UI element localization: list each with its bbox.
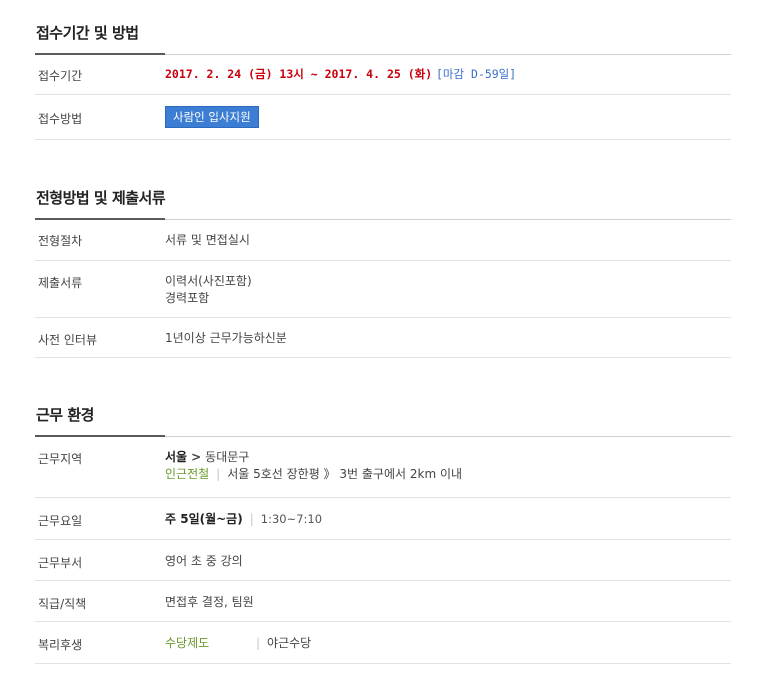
row-label: 근무요일 (38, 514, 83, 528)
location-district[interactable]: 동대문구 (205, 450, 249, 464)
row-value: 2017. 2. 24 (금) 13시 ~ 2017. 4. 25 (화) [마… (165, 66, 516, 83)
row-documents: 제출서류 이력서(사진포함) 경력포함 (35, 261, 731, 318)
row-value: 1년이상 근무가능하신분 (165, 331, 287, 345)
chevron-right-icon: > (191, 450, 202, 464)
row-dept: 근무부서 영어 초 중 강의 (35, 540, 731, 581)
divider: | (216, 467, 221, 481)
section-title-text: 근무 환경 (36, 406, 94, 424)
row-value: 수당제도 | 야근수당 (165, 635, 311, 652)
row-process: 전형절차 서류 및 면접실시 (35, 219, 731, 261)
row-label: 사전 인터뷰 (38, 333, 98, 347)
location-city[interactable]: 서울 (165, 450, 187, 464)
nearby-station-link[interactable]: 인근전철 (165, 467, 209, 481)
row-label: 접수방법 (38, 112, 83, 126)
title-underline (35, 53, 165, 55)
row-days: 근무요일 주 5일(월~금) | 1:30~7:10 (35, 498, 731, 540)
welfare-item-link[interactable]: 수당제도 (165, 635, 256, 652)
row-value: 서류 및 면접실시 (165, 233, 250, 247)
row-label: 전형절차 (38, 234, 83, 248)
row-value: 서울 > 동대문구 인근전철 | 서울 5호선 장한평 》 3번 출구에서 2km 이내 (165, 449, 462, 483)
row-value: 영어 초 중 강의 (165, 554, 243, 568)
section-screening: 전형방법 및 제출서류 전형절차 서류 및 면접실시 제출서류 이력서(사진포함… (35, 183, 731, 358)
row-label: 직급/직책 (38, 597, 87, 611)
document-item: 이력서(사진포함) (165, 274, 252, 288)
row-value: 이력서(사진포함) 경력포함 (165, 273, 252, 307)
section-title: 전형방법 및 제출서류 (35, 183, 731, 220)
deadline-badge: [마감 D-59일] (435, 67, 517, 81)
document-item: 경력포함 (165, 291, 210, 305)
row-method: 접수방법 사람인 입사지원 (35, 95, 731, 140)
row-label: 근무부서 (38, 556, 83, 570)
section-work-environment: 근무 환경 근무지역 서울 > 동대문구 인근전철 | 서울 5호선 장한평 》 3번 … (35, 400, 731, 664)
section-title: 근무 환경 (35, 400, 731, 437)
section-title: 접수기간 및 방법 (35, 18, 731, 55)
row-label: 제출서류 (38, 276, 83, 290)
section-application: 접수기간 및 방법 접수기간 2017. 2. 24 (금) 13시 ~ 201… (35, 18, 731, 140)
title-underline (35, 218, 165, 220)
row-location: 근무지역 서울 > 동대문구 인근전철 | 서울 5호선 장한평 》 3번 출구에서 2… (35, 436, 731, 498)
divider: | (256, 636, 261, 650)
row-value: 면접후 결정, 팀원 (165, 595, 254, 609)
row-interview: 사전 인터뷰 1년이상 근무가능하신분 (35, 318, 731, 358)
section-title-text: 전형방법 및 제출서류 (36, 189, 166, 207)
work-hours: 1:30~7:10 (260, 512, 323, 526)
divider: | (249, 512, 254, 526)
row-period: 접수기간 2017. 2. 24 (금) 13시 ~ 2017. 4. 25 (… (35, 54, 731, 95)
row-label: 근무지역 (38, 452, 83, 466)
row-value: 주 5일(월~금) | 1:30~7:10 (165, 511, 322, 528)
row-position: 직급/직책 면접후 결정, 팀원 (35, 581, 731, 622)
row-label: 접수기간 (38, 69, 83, 83)
work-days: 주 5일(월~금) (165, 512, 243, 526)
row-value: 사람인 입사지원 (165, 106, 259, 128)
welfare-item: 야근수당 (267, 636, 312, 650)
section-title-text: 접수기간 및 방법 (36, 24, 139, 42)
row-label: 복리후생 (38, 638, 83, 652)
period-range: 2017. 2. 24 (금) 13시 ~ 2017. 4. 25 (화) (165, 67, 433, 81)
title-underline (35, 435, 165, 437)
apply-button[interactable]: 사람인 입사지원 (165, 106, 259, 128)
row-welfare: 복리후생 수당제도 | 야근수당 (35, 622, 731, 664)
station-info: 서울 5호선 장한평 》 3번 출구에서 2km 이내 (227, 467, 463, 481)
